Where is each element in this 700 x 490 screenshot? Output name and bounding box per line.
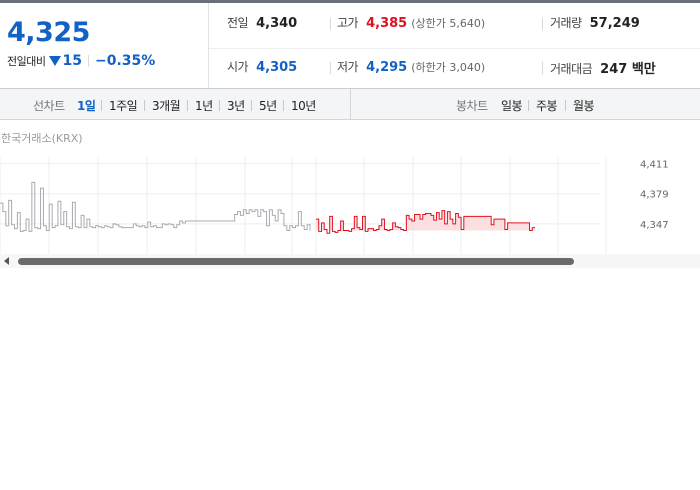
scrollbar-thumb[interactable] bbox=[18, 258, 574, 265]
divider bbox=[330, 18, 331, 30]
stat-amount: 거래대금 247 백만 bbox=[550, 58, 656, 77]
candle-chart-label: 봉차트 bbox=[456, 99, 488, 113]
divider bbox=[219, 100, 220, 111]
tab-weekly-candle[interactable]: 주봉 bbox=[536, 97, 558, 114]
scroll-left-arrow-icon[interactable] bbox=[4, 257, 9, 265]
divider bbox=[251, 100, 252, 111]
y-tick-label: 4,379 bbox=[640, 190, 669, 201]
price-summary: 4,325 전일대비 15 −0.35% bbox=[0, 3, 209, 88]
stat-high: 고가 4,385 (상한가 5,640) bbox=[337, 14, 485, 31]
stat-value: 4,385 bbox=[366, 16, 408, 31]
tab-monthly-candle[interactable]: 월봉 bbox=[573, 97, 595, 114]
tab-1-week[interactable]: 1주일 bbox=[109, 97, 138, 114]
change-rate: −0.35% bbox=[94, 53, 156, 69]
stat-label: 거래대금 bbox=[550, 62, 593, 76]
stat-sub: (상한가 5,640) bbox=[411, 17, 486, 30]
tab-1-day[interactable]: 1일 bbox=[77, 97, 96, 114]
y-axis-ticks: 4,411 4,379 4,347 bbox=[640, 160, 669, 231]
divider bbox=[528, 100, 529, 111]
divider bbox=[542, 18, 543, 30]
divider bbox=[283, 100, 284, 111]
chart-tab-bar: 선차트 1일 1주일 3개월 1년 3년 5년 10년 봉차트 일봉 주봉 월봉 bbox=[0, 88, 700, 120]
row-divider bbox=[209, 48, 700, 49]
divider bbox=[144, 100, 145, 111]
divider bbox=[565, 100, 566, 111]
change-value: 15 bbox=[62, 53, 82, 69]
stat-label: 전일 bbox=[227, 16, 249, 30]
stat-label: 시가 bbox=[227, 60, 249, 74]
stat-low: 저가 4,295 (하한가 3,040) bbox=[337, 58, 485, 75]
stat-value: 4,340 bbox=[256, 16, 298, 31]
tab-daily-candle[interactable]: 일봉 bbox=[501, 97, 523, 114]
chart-grid bbox=[0, 157, 607, 254]
tab-1-year[interactable]: 1년 bbox=[195, 97, 213, 114]
stat-label: 거래량 bbox=[550, 16, 582, 30]
stat-open: 시가 4,305 bbox=[227, 58, 297, 75]
divider bbox=[101, 100, 102, 111]
tab-section-divider bbox=[350, 89, 351, 120]
divider bbox=[187, 100, 188, 111]
stat-label: 저가 bbox=[337, 60, 359, 74]
y-tick-label: 4,411 bbox=[640, 160, 669, 171]
tab-3-years[interactable]: 3년 bbox=[227, 97, 245, 114]
stat-value: 57,249 bbox=[589, 16, 640, 31]
stats-panel: 전일 4,340 고가 4,385 (상한가 5,640) 거래량 57,249… bbox=[209, 3, 700, 88]
line-chart-label: 선차트 bbox=[33, 99, 65, 113]
tab-3-months[interactable]: 3개월 bbox=[152, 97, 181, 114]
divider bbox=[542, 62, 543, 74]
stat-prev-close: 전일 4,340 bbox=[227, 14, 297, 31]
change-row: 전일대비 15 −0.35% bbox=[7, 53, 155, 69]
current-price: 4,325 bbox=[7, 17, 90, 48]
stat-value: 4,305 bbox=[256, 60, 298, 75]
stat-label: 고가 bbox=[337, 16, 359, 30]
tab-10-years[interactable]: 10년 bbox=[291, 97, 316, 114]
chart-scrollbar[interactable] bbox=[0, 254, 700, 268]
y-tick-label: 4,347 bbox=[640, 220, 669, 231]
down-arrow-icon bbox=[49, 56, 62, 66]
divider bbox=[330, 62, 331, 74]
change-label: 전일대비 bbox=[7, 55, 46, 68]
stat-sub: (하한가 3,040) bbox=[411, 61, 486, 74]
divider bbox=[87, 55, 89, 67]
tab-5-years[interactable]: 5년 bbox=[259, 97, 277, 114]
stat-volume: 거래량 57,249 bbox=[550, 14, 640, 31]
stat-value: 4,295 bbox=[366, 60, 408, 75]
stat-value: 247 백만 bbox=[600, 62, 656, 77]
intraday-price-chart: 4,411 4,379 4,347 bbox=[0, 157, 669, 254]
